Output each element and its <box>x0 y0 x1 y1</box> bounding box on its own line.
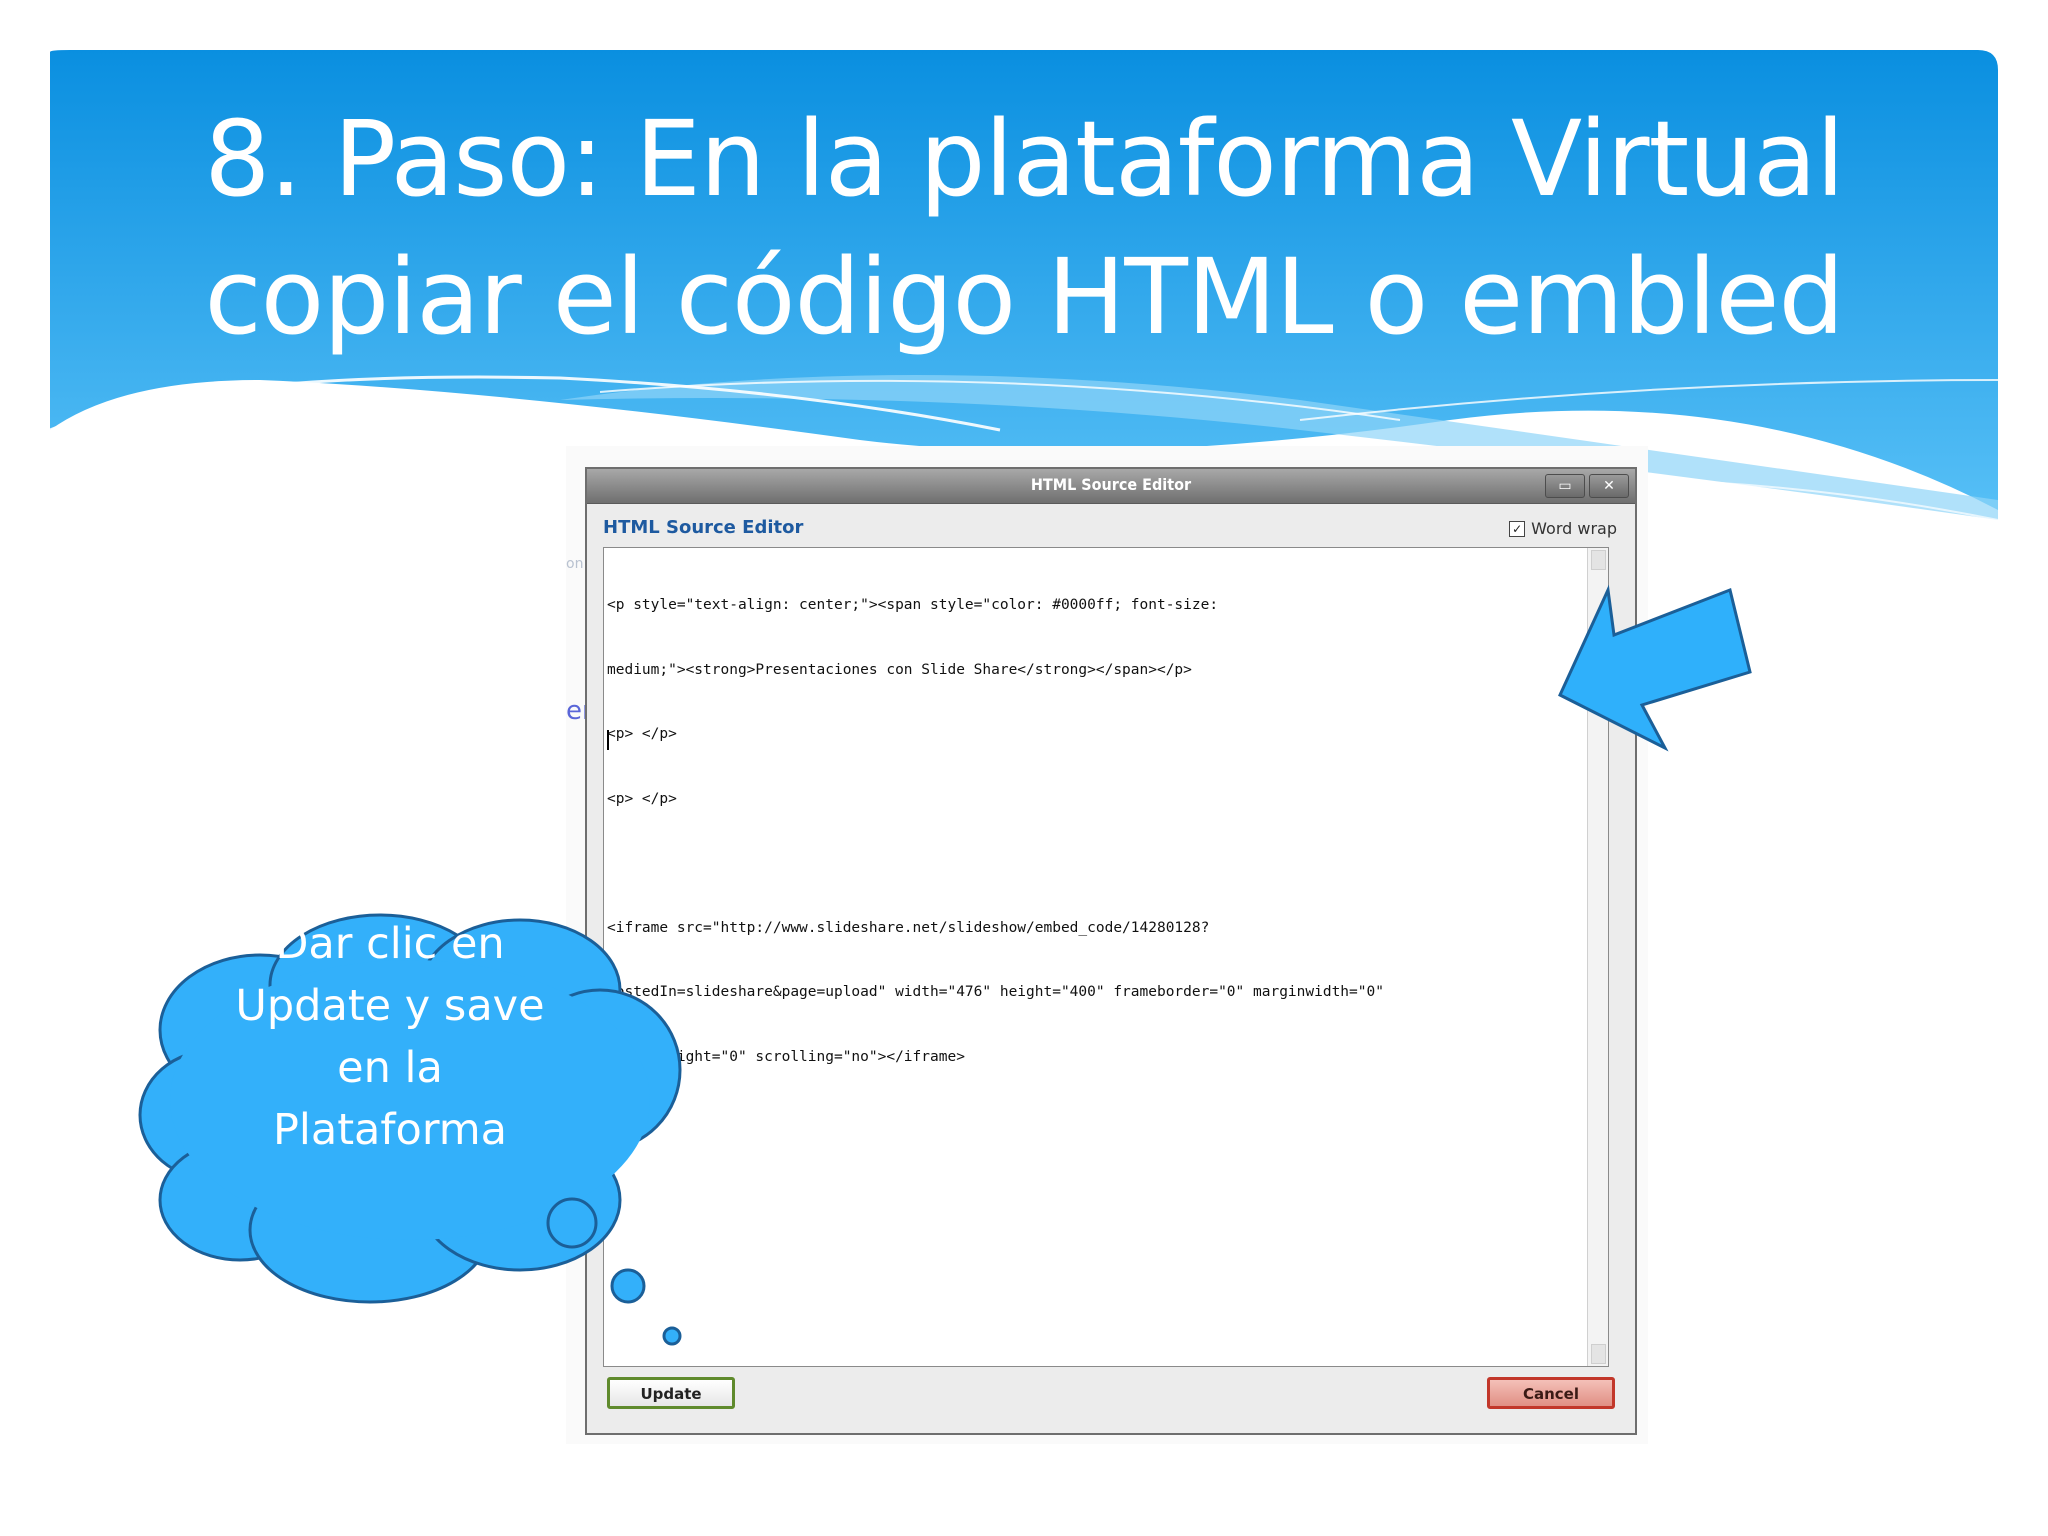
scroll-up-icon[interactable] <box>1591 550 1606 570</box>
code-line: <iframe src="http://www.slideshare.net/s… <box>607 919 1210 936</box>
callout-line-4: Plataforma <box>272 1105 508 1155</box>
restore-button[interactable]: ▭ <box>1545 474 1585 498</box>
callout-text: Dar clic en Update y save en la Platafor… <box>200 913 580 1161</box>
word-wrap-label: Word wrap <box>1531 519 1617 538</box>
code-line: <p> </p> <box>607 790 677 807</box>
title-line-2: copiar el código HTML o embled <box>204 236 1845 358</box>
callout-line-2: Update y save <box>235 981 545 1031</box>
code-line: marginheight="0" scrolling="no"></iframe… <box>607 1048 965 1065</box>
callout-line-3: en la <box>337 1043 443 1093</box>
title-line-1: 8. Paso: En la plataforma Virtual <box>204 98 1845 220</box>
update-button[interactable]: Update <box>607 1377 735 1409</box>
scroll-down-icon[interactable] <box>1591 1344 1606 1364</box>
html-source-editor-dialog: HTML Source Editor ▭ ✕ HTML Source Edito… <box>585 467 1637 1435</box>
text-caret <box>607 730 609 750</box>
pointer-arrow-icon <box>1558 584 1752 752</box>
slide: 8. Paso: En la plataforma Virtual copiar… <box>0 0 2048 1536</box>
html-source-textarea[interactable]: <p style="text-align: center;"><span sty… <box>603 547 1609 1367</box>
editor-heading: HTML Source Editor <box>603 517 804 538</box>
dialog-title: HTML Source Editor <box>1030 475 1192 494</box>
dialog-titlebar[interactable]: HTML Source Editor ▭ ✕ <box>587 469 1635 504</box>
code-line: medium;"><strong>Presentaciones con Slid… <box>607 661 1192 678</box>
code-line: <p style="text-align: center;"><span sty… <box>607 597 1219 613</box>
word-wrap-toggle[interactable]: ✓ Word wrap <box>1509 519 1617 538</box>
slide-title: 8. Paso: En la plataforma Virtual copiar… <box>100 90 1948 366</box>
code-text: <p style="text-align: center;"><span sty… <box>607 552 1587 1111</box>
close-button[interactable]: ✕ <box>1589 474 1629 498</box>
code-line: <p> </p> <box>607 726 677 742</box>
cancel-button[interactable]: Cancel <box>1487 1377 1615 1409</box>
word-wrap-checkbox[interactable]: ✓ <box>1509 520 1526 537</box>
code-line: hostedIn=slideshare&page=upload" width="… <box>607 984 1384 1000</box>
callout-line-1: Dar clic en <box>275 919 505 969</box>
